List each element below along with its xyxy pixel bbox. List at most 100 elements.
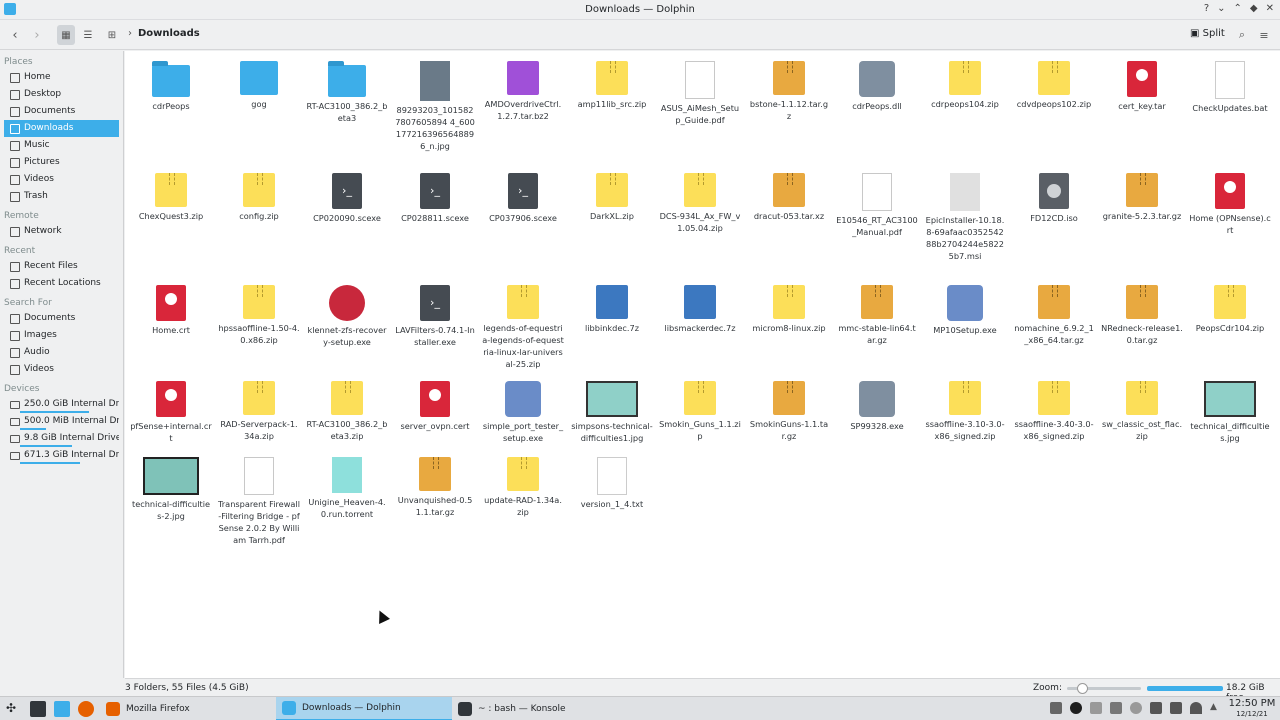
file-item[interactable]: sw_classic_ost_flac.zip [1099, 381, 1185, 442]
close-icon[interactable]: ✕ [1266, 3, 1274, 14]
file-item[interactable]: SmokinGuns-1.1.tar.gz [746, 381, 832, 442]
file-item[interactable]: update-RAD-1.34a.zip [480, 457, 566, 518]
file-item[interactable]: SP99328.exe [834, 381, 920, 432]
file-item[interactable]: cdrPeops.dll [834, 61, 920, 112]
file-item[interactable]: config.zip [216, 173, 302, 222]
file-item[interactable]: bstone-1.1.12.tar.gz [746, 61, 832, 122]
sidebar-item-videos[interactable]: Videos [4, 361, 119, 378]
file-item[interactable]: version_1_4.txt [569, 457, 655, 510]
sidebar-item-music[interactable]: Music [4, 137, 119, 154]
file-item[interactable]: CheckUpdates.bat [1187, 61, 1273, 114]
file-item[interactable]: pfSense+internal.crt [128, 381, 214, 444]
breadcrumb-downloads[interactable]: Downloads [138, 28, 200, 39]
taskbar-task[interactable]: Mozilla Firefox [100, 697, 272, 720]
taskbar-task[interactable]: Downloads — Dolphin [276, 697, 452, 720]
file-item[interactable]: amp11lib_src.zip [569, 61, 655, 110]
firefox-launcher-icon[interactable] [78, 701, 94, 717]
sidebar-item-home[interactable]: Home [4, 69, 119, 86]
file-item[interactable]: ›_ CP028811.scexe [392, 173, 478, 224]
file-item[interactable]: MP10Setup.exe [922, 285, 1008, 336]
sidebar-item-audio[interactable]: Audio [4, 344, 119, 361]
zoom-slider[interactable] [1067, 683, 1141, 694]
back-icon[interactable]: ‹ [6, 25, 24, 45]
steam-icon[interactable] [1070, 702, 1082, 714]
zoom-slider-handle[interactable] [1076, 683, 1088, 694]
sidebar-item-recent-files[interactable]: Recent Files [4, 258, 119, 275]
breadcrumb[interactable]: › Downloads [128, 28, 200, 39]
file-item[interactable]: FD12CD.iso [1011, 173, 1097, 224]
file-item[interactable]: dracut-053.tar.xz [746, 173, 832, 222]
file-item[interactable]: klennet-zfs-recovery-setup.exe [304, 285, 390, 348]
sidebar-item-images[interactable]: Images [4, 327, 119, 344]
file-item[interactable]: ASUS_AiMesh_Setup_Guide.pdf [657, 61, 743, 126]
konsole-launcher-icon[interactable] [30, 701, 46, 717]
notifications-icon[interactable] [1130, 702, 1142, 714]
file-item[interactable]: cert_key.tar [1099, 61, 1185, 112]
file-item[interactable]: simpsons-technical-difficulties1.jpg [569, 381, 655, 444]
menu-icon[interactable]: ≡ [1256, 25, 1272, 45]
minimize-icon[interactable]: ⌄ [1217, 3, 1225, 14]
file-item[interactable]: nomachine_6.9.2_1_x86_64.tar.gz [1011, 285, 1097, 346]
file-item[interactable]: server_ovpn.cert [392, 381, 478, 432]
microphone-icon[interactable] [1170, 702, 1182, 714]
file-item[interactable]: microm8-linux.zip [746, 285, 832, 334]
file-item[interactable]: technical_difficulties.jpg [1187, 381, 1273, 444]
sidebar-item-downloads[interactable]: Downloads [4, 120, 119, 137]
file-item[interactable]: Home.crt [128, 285, 214, 336]
file-item[interactable]: technical-difficulties-2.jpg [128, 457, 214, 522]
taskbar-task[interactable]: ~ : bash — Konsole [452, 697, 628, 720]
file-item[interactable]: Transparent Firewall-Filtering Bridge - … [216, 457, 302, 546]
kde-connect-icon[interactable] [1090, 702, 1102, 714]
sidebar-item-recent-locations[interactable]: Recent Locations [4, 275, 119, 292]
clock[interactable]: 12:50 PM 12/12/21 [1228, 698, 1276, 720]
file-item[interactable]: Smokin_Guns_1.1.zip [657, 381, 743, 442]
details-view-icon[interactable]: ⊞ [103, 25, 121, 45]
sidebar-item-pictures[interactable]: Pictures [4, 154, 119, 171]
help-icon[interactable]: ? [1204, 3, 1209, 14]
file-item[interactable]: PeopsCdr104.zip [1187, 285, 1273, 334]
forward-icon[interactable]: › [28, 25, 46, 45]
file-item[interactable]: 89293203_1015827807605894 4_600177216396… [392, 61, 478, 152]
file-item[interactable]: gog [216, 61, 302, 110]
icons-view-icon[interactable]: ▦ [57, 25, 75, 45]
file-item[interactable]: RT-AC3100_386.2_beta3 [304, 61, 390, 124]
sidebar-item-desktop[interactable]: Desktop [4, 86, 119, 103]
game-controller-icon[interactable] [1050, 702, 1062, 714]
file-item[interactable]: RT-AC3100_386.2_beta3.zip [304, 381, 390, 442]
file-item[interactable]: ›_ CP037906.scexe [480, 173, 566, 224]
file-item[interactable]: DarkXL.zip [569, 173, 655, 222]
file-item[interactable]: legends-of-equestria-legends-of-equestri… [480, 285, 566, 370]
file-item[interactable]: granite-5.2.3.tar.gz [1099, 173, 1185, 222]
file-item[interactable]: Home (OPNsense).crt [1187, 173, 1273, 236]
file-item[interactable]: simple_port_tester_setup.exe [480, 381, 566, 444]
file-item[interactable]: AMDOverdriveCtrl.1.2.7.tar.bz2 [480, 61, 566, 122]
file-item[interactable]: cdrpeops104.zip [922, 61, 1008, 110]
file-item[interactable]: NRedneck-release1.0.tar.gz [1099, 285, 1185, 346]
sidebar-item-videos[interactable]: Videos [4, 171, 119, 188]
file-view[interactable]: cdrPeops gog RT-AC3100_386.2_beta3 89293203… [125, 51, 1280, 678]
file-item[interactable]: hpssaoffline-1.50-4.0.x86.zip [216, 285, 302, 346]
file-item[interactable]: libsmackerdec.7z [657, 285, 743, 334]
file-item[interactable]: Unvanquished-0.51.1.tar.gz [392, 457, 478, 518]
file-item[interactable]: ChexQuest3.zip [128, 173, 214, 222]
file-item[interactable]: ›_ CP020090.scexe [304, 173, 390, 224]
file-item[interactable]: mmc-stable-lin64.tar.gz [834, 285, 920, 346]
file-item[interactable]: libbinkdec.7z [569, 285, 655, 334]
sidebar-item-network[interactable]: Network [4, 223, 119, 240]
file-item[interactable]: EpicInstaller-10.18.8-69afaac035254288b2… [922, 173, 1008, 262]
compact-view-icon[interactable]: ☰ [79, 25, 97, 45]
volume-icon[interactable] [1150, 702, 1162, 714]
sidebar-item-documents[interactable]: Documents [4, 310, 119, 327]
file-item[interactable]: cdrPeops [128, 61, 214, 112]
tray-expand-icon[interactable]: ▲ [1210, 702, 1222, 714]
file-item[interactable]: E10546_RT_AC3100_Manual.pdf [834, 173, 920, 238]
sidebar-item-documents[interactable]: Documents [4, 103, 119, 120]
split-button[interactable]: ▣ Split [1190, 28, 1225, 39]
network-wifi-icon[interactable] [1190, 702, 1202, 714]
file-item[interactable]: cdvdpeops102.zip [1011, 61, 1097, 110]
search-icon[interactable]: ⌕ [1234, 25, 1250, 45]
maximize-icon[interactable]: ⌃ [1234, 3, 1242, 14]
clipboard-icon[interactable] [1110, 702, 1122, 714]
app-launcher-icon[interactable]: ✣ [6, 701, 22, 717]
file-item[interactable]: ssaoffline-3.40-3.0-x86_signed.zip [1011, 381, 1097, 442]
